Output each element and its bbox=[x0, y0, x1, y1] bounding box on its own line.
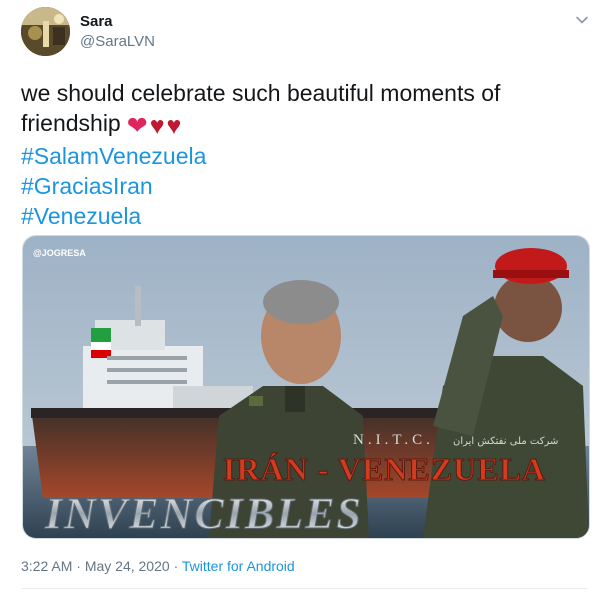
tweet-text-line: we should celebrate such beautiful momen… bbox=[21, 80, 501, 106]
hashtag-link[interactable]: #Venezuela bbox=[21, 201, 581, 231]
tweet-text-word: friendship bbox=[21, 110, 121, 136]
chevron-down-icon[interactable] bbox=[574, 12, 590, 28]
red-heart-icon: ❤ bbox=[126, 112, 148, 140]
image-subheadline: INVENCIBLES bbox=[44, 489, 363, 538]
author-name[interactable]: Sara bbox=[80, 13, 113, 30]
tweet-text-line: friendship ❤♥♥ bbox=[21, 108, 581, 141]
tweet-date[interactable]: May 24, 2020 bbox=[85, 558, 170, 574]
red-heart-icon: ♥ bbox=[149, 112, 165, 140]
tweet-time[interactable]: 3:22 AM bbox=[21, 558, 72, 574]
hashtag-link[interactable]: #SalamVenezuela bbox=[21, 141, 581, 171]
tweet-meta: 3:22 AM · May 24, 2020 · Twitter for And… bbox=[21, 558, 295, 574]
tweet-media-image[interactable]: @JOGRESA N.I.T.C. شرکت ملی نفتکش ایران I… bbox=[22, 235, 590, 539]
tweet-source-link[interactable]: Twitter for Android bbox=[182, 558, 295, 574]
meta-separator: · bbox=[76, 558, 81, 574]
avatar[interactable] bbox=[21, 7, 70, 56]
meta-separator: · bbox=[173, 558, 179, 574]
tweet-card: Sara @SaraLVN we should celebrate such b… bbox=[0, 0, 604, 592]
watermark-text: @JOGRESA bbox=[33, 248, 86, 258]
hashtag-link[interactable]: #GraciasIran bbox=[21, 171, 581, 201]
tweet-text: we should celebrate such beautiful momen… bbox=[21, 78, 581, 231]
red-heart-icon: ♥ bbox=[166, 112, 182, 140]
hull-text: N.I.T.C. bbox=[353, 432, 434, 448]
hull-farsi-text: شرکت ملی نفتکش ایران bbox=[453, 436, 558, 447]
image-headline: IRÁN - VENEZUELA bbox=[223, 451, 546, 487]
hearts-emoji: ❤♥♥ bbox=[127, 111, 184, 141]
divider bbox=[22, 588, 588, 589]
author-handle[interactable]: @SaraLVN bbox=[80, 33, 155, 50]
